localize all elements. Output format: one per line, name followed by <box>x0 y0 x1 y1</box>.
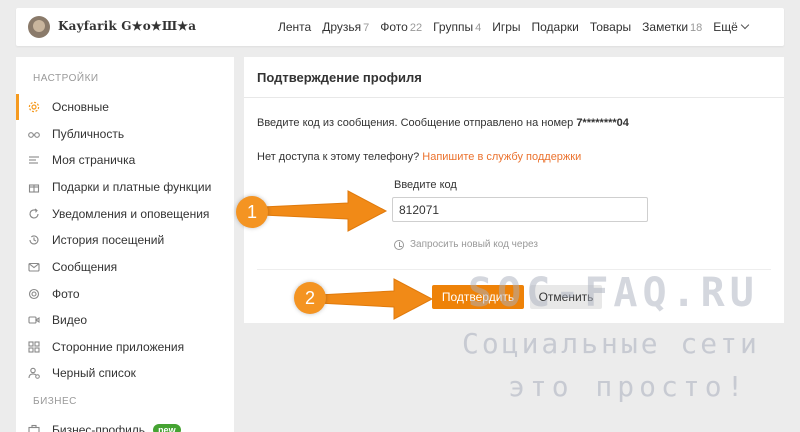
phone-number: 7********04 <box>576 117 629 129</box>
sidebar-item-label: Основные <box>52 100 109 114</box>
nav-games[interactable]: Игры <box>492 20 520 34</box>
sidebar-item-apps[interactable]: Сторонние приложения <box>16 334 234 360</box>
settings-section-title: НАСТРОЙКИ <box>33 73 99 84</box>
sidebar-item-label: История посещений <box>52 233 165 247</box>
business-section-title: БИЗНЕС <box>33 396 77 407</box>
top-header: Kayfarik G★ο★Ш★а Лента Друзья 7 Фото 22 Гр… <box>16 8 784 46</box>
sidebar-item-label: Видео <box>52 313 88 327</box>
sidebar-item-photos[interactable]: Фото <box>16 281 234 307</box>
nav-count: 7 <box>363 22 370 34</box>
sidebar-item-video[interactable]: Видео <box>16 307 234 333</box>
page-title: Подтверждение профиля <box>257 70 422 85</box>
username[interactable]: Kayfarik G★ο★Ш★а <box>58 19 196 33</box>
sidebar-item-publicity[interactable]: Публичность <box>16 121 234 147</box>
sidebar-item-label: Подарки и платные функции <box>52 180 212 194</box>
watermark-site: SOC-FAQ.RU <box>468 270 759 316</box>
nav-feed[interactable]: Лента <box>278 20 311 34</box>
new-badge: new <box>153 424 181 432</box>
envelope-icon <box>28 262 40 272</box>
sms-info-text: Введите код из сообщения. Сообщение отпр… <box>257 117 629 129</box>
nav-friends[interactable]: Друзья 7 <box>322 20 369 34</box>
nav-goods[interactable]: Товары <box>590 20 631 34</box>
no-access-text: Нет доступа к этому телефону? Напишите в… <box>257 151 582 163</box>
sidebar-item-my-page[interactable]: Моя страничка <box>16 147 234 173</box>
clock-icon <box>394 239 404 250</box>
sidebar-item-label: Фото <box>52 287 80 301</box>
annotation-arrow-2 <box>318 278 434 320</box>
nav-count: 22 <box>409 22 423 34</box>
support-link[interactable]: Напишите в службу поддержки <box>422 151 581 163</box>
annotation-marker-1: 1 <box>236 196 268 228</box>
resend-code-timer: Запросить новый код через <box>394 239 538 250</box>
apps-icon <box>28 341 40 353</box>
divider <box>244 97 784 98</box>
sidebar-item-label: Публичность <box>52 127 125 141</box>
sidebar-item-blacklist[interactable]: Черный список <box>16 360 234 386</box>
gift-icon <box>28 184 40 193</box>
nav-notes[interactable]: Заметки 18 <box>642 20 702 34</box>
sidebar-item-business-profile[interactable]: Бизнес-профиль new <box>16 417 234 432</box>
user-block-icon <box>28 367 40 379</box>
annotation-arrow-1 <box>262 190 388 232</box>
code-label: Введите код <box>394 179 457 191</box>
nav-more[interactable]: Ещё <box>713 20 750 34</box>
nav-groups[interactable]: Группы 4 <box>433 20 481 34</box>
sidebar-item-general[interactable]: Основные <box>16 94 234 120</box>
chevron-down-icon <box>740 20 750 30</box>
history-icon <box>29 235 39 245</box>
code-input[interactable] <box>392 197 648 222</box>
briefcase-icon <box>28 424 40 432</box>
settings-sidebar: НАСТРОЙКИ Основные Публичность Моя стран… <box>16 57 234 432</box>
nav-gifts[interactable]: Подарки <box>532 20 579 34</box>
sidebar-item-notifications[interactable]: Уведомления и оповещения <box>16 201 234 227</box>
top-nav: Лента Друзья 7 Фото 22 Группы 4 Игры Подарк… <box>278 20 750 34</box>
sidebar-item-messages[interactable]: Сообщения <box>16 254 234 280</box>
sidebar-item-label: Уведомления и оповещения <box>52 207 210 221</box>
glasses-icon <box>28 132 40 138</box>
watermark-slogan-2: это просто! <box>508 370 749 403</box>
nav-count: 18 <box>690 22 703 34</box>
sidebar-item-history[interactable]: История посещений <box>16 227 234 253</box>
nav-count: 4 <box>475 22 482 34</box>
refresh-icon <box>29 208 39 219</box>
sidebar-item-label: Сторонние приложения <box>52 340 185 354</box>
sidebar-item-label: Черный список <box>52 366 136 380</box>
nav-photos[interactable]: Фото 22 <box>380 20 422 34</box>
video-icon <box>28 316 40 324</box>
sidebar-item-label: Сообщения <box>52 260 118 274</box>
camera-icon <box>28 288 40 300</box>
sidebar-item-label: Бизнес-профиль <box>52 423 146 432</box>
avatar[interactable] <box>28 16 50 38</box>
sidebar-item-gifts[interactable]: Подарки и платные функции <box>16 174 234 200</box>
sidebar-item-label: Моя страничка <box>52 153 136 167</box>
annotation-marker-2: 2 <box>294 282 326 314</box>
lines-icon <box>29 156 39 164</box>
gear-icon <box>28 101 40 113</box>
watermark-slogan-1: Социальные сети <box>462 327 760 360</box>
